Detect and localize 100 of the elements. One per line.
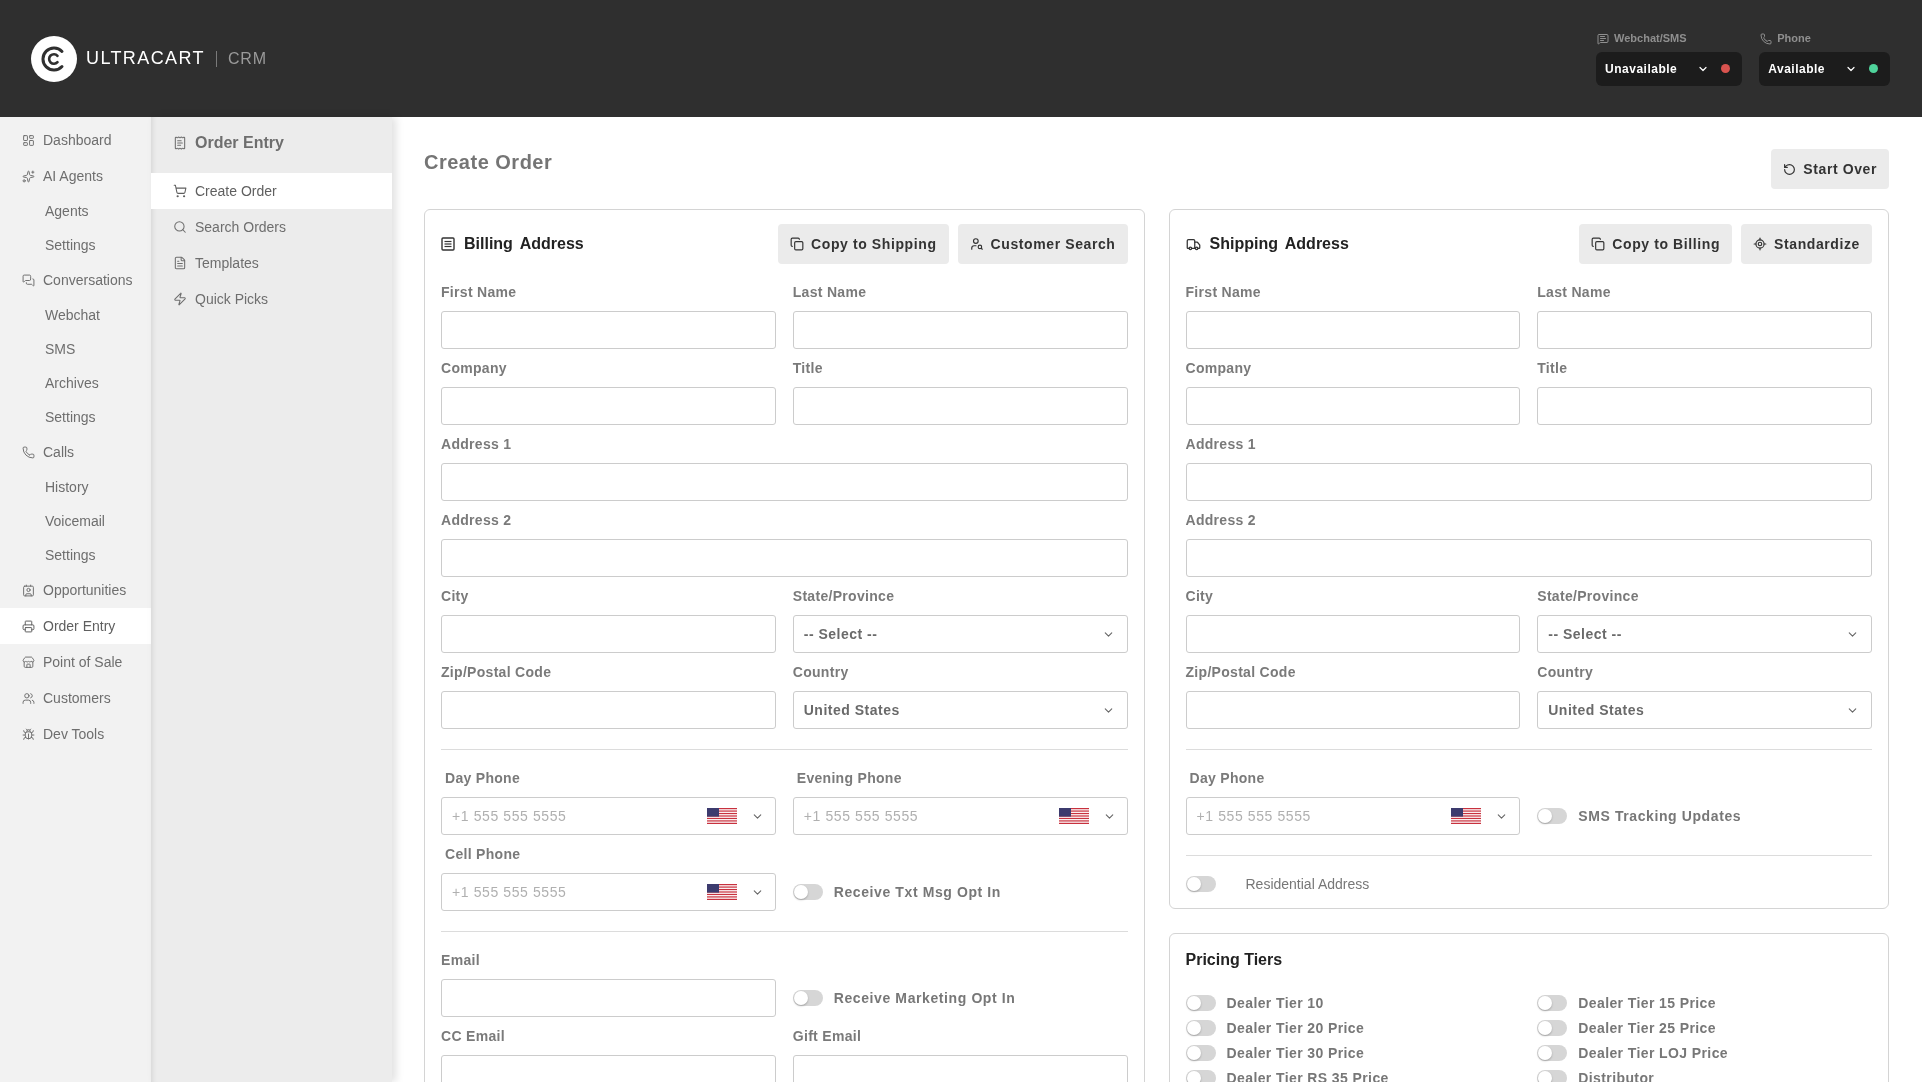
field-label: Last Name — [1537, 283, 1612, 302]
nav-item[interactable]: Dev Tools — [0, 716, 151, 752]
document-icon — [173, 256, 187, 270]
field-label: City — [441, 587, 470, 606]
text-field[interactable] — [1185, 615, 1521, 653]
nav-subitem[interactable]: Settings — [0, 538, 151, 572]
toggle-switch[interactable] — [1537, 1070, 1568, 1082]
text-field[interactable] — [441, 979, 776, 1017]
start-over-button[interactable]: Start Over — [1771, 149, 1889, 189]
toggle-switch[interactable] — [1185, 1045, 1216, 1061]
toggle-switch[interactable] — [1185, 876, 1216, 892]
nav-subitem[interactable]: Settings — [0, 228, 151, 262]
nav-item[interactable]: Conversations — [0, 262, 151, 298]
phone-field[interactable]: +1 555 555 5555 — [441, 873, 776, 911]
toggle-switch[interactable] — [1185, 995, 1216, 1011]
nav-subitem[interactable]: Webchat — [0, 298, 151, 332]
field-label: Company — [441, 359, 508, 378]
copy-icon — [1591, 237, 1606, 251]
nav-item[interactable]: Customers — [0, 680, 151, 716]
customer-search-button[interactable]: Customer Search — [957, 224, 1128, 264]
copy-button[interactable]: Copy to Billing — [1579, 224, 1733, 264]
text-field[interactable] — [441, 387, 776, 425]
nav-item[interactable]: Opportunities — [0, 572, 151, 608]
nav-item[interactable]: Order Entry — [0, 608, 151, 644]
reset-icon — [1783, 162, 1797, 176]
text-field[interactable] — [1185, 691, 1521, 729]
country-picker[interactable] — [706, 884, 764, 900]
logo-icon — [31, 35, 77, 82]
dropdown-field[interactable]: -- Select -- — [1537, 615, 1872, 653]
text-field[interactable] — [792, 387, 1128, 425]
field-label: Email — [441, 951, 481, 970]
copy-button[interactable]: Copy to Shipping — [778, 224, 949, 264]
toggle-label: Dealer Tier 30 Price — [1226, 1043, 1365, 1063]
phone-field[interactable]: +1 555 555 5555 — [1185, 797, 1521, 835]
nav-subitem[interactable]: History — [0, 470, 151, 504]
dropdown-field[interactable]: United States — [792, 691, 1128, 729]
panel-title: Order Entry — [195, 133, 284, 153]
subnav-item[interactable]: Quick Picks — [151, 281, 392, 317]
text-field[interactable] — [1537, 387, 1872, 425]
toggle-switch[interactable] — [1537, 995, 1568, 1011]
country-picker[interactable] — [706, 808, 764, 824]
subnav-item[interactable]: Create Order — [151, 173, 392, 209]
nav-subitem[interactable]: Voicemail — [0, 504, 151, 538]
phone-field[interactable]: +1 555 555 5555 — [441, 797, 776, 835]
nav-subitem[interactable]: Archives — [0, 366, 151, 400]
field-label: Zip/Postal Code — [441, 663, 553, 682]
text-field[interactable] — [792, 311, 1128, 349]
nav-item[interactable]: Calls — [0, 434, 151, 470]
field-label: Cell Phone — [444, 845, 522, 864]
country-picker[interactable] — [1058, 808, 1116, 824]
message-icon — [1597, 32, 1610, 45]
channel-label: Webchat/SMS — [1614, 31, 1687, 47]
toggle-label: Dealer Tier RS 35 Price — [1226, 1068, 1389, 1082]
field-label: Country — [792, 663, 850, 682]
field-label: First Name — [441, 283, 518, 302]
toggle-switch[interactable] — [1185, 1070, 1216, 1082]
toggle-switch[interactable] — [1185, 1020, 1216, 1036]
subnav-item[interactable]: Search Orders — [151, 209, 392, 245]
toggle-label: Residential Address — [1245, 874, 1370, 894]
text-field[interactable] — [1185, 387, 1521, 425]
contact-card-icon — [22, 583, 35, 597]
nav-subitem[interactable]: SMS — [0, 332, 151, 366]
toggle-switch[interactable] — [1537, 1020, 1568, 1036]
text-field[interactable] — [441, 1055, 776, 1082]
toggle-switch[interactable] — [1537, 808, 1568, 824]
toggle-label: Dealer Tier 20 Price — [1226, 1018, 1365, 1038]
status-dropdown[interactable]: Available — [1759, 51, 1890, 86]
text-field[interactable] — [1537, 311, 1872, 349]
field-label: Title — [792, 359, 824, 378]
nav-item[interactable]: Point of Sale — [0, 644, 151, 680]
dropdown-field[interactable]: -- Select -- — [792, 615, 1128, 653]
toggle-switch[interactable] — [792, 990, 823, 1006]
phone-field[interactable]: +1 555 555 5555 — [792, 797, 1128, 835]
field-label: City — [1185, 587, 1215, 606]
status-dropdown[interactable]: Unavailable — [1596, 51, 1743, 86]
standardize-button[interactable]: Standardize — [1741, 224, 1872, 264]
toggle-switch[interactable] — [1537, 1045, 1568, 1061]
text-field[interactable] — [792, 1055, 1128, 1082]
field-label: Title — [1537, 359, 1569, 378]
text-field[interactable] — [441, 539, 1128, 577]
text-field[interactable] — [441, 615, 776, 653]
list-icon — [441, 237, 455, 251]
text-field[interactable] — [1185, 311, 1521, 349]
toggle-label: Dealer Tier 25 Price — [1578, 1018, 1716, 1038]
nav-subitem[interactable]: Agents — [0, 194, 151, 228]
dropdown-field[interactable]: United States — [1537, 691, 1872, 729]
field-label: Company — [1185, 359, 1253, 378]
subnav-item[interactable]: Templates — [151, 245, 392, 281]
text-field[interactable] — [441, 463, 1128, 501]
field-label: Day Phone — [1188, 769, 1266, 788]
toggle-switch[interactable] — [792, 884, 823, 900]
nav-item[interactable]: AI Agents — [0, 158, 151, 194]
nav-item[interactable]: Dashboard — [0, 122, 151, 158]
field-label: Address 2 — [441, 511, 513, 530]
cart-icon — [173, 184, 187, 198]
text-field[interactable] — [1185, 463, 1872, 501]
text-field[interactable] — [441, 691, 776, 729]
text-field[interactable] — [441, 311, 776, 349]
text-field[interactable] — [1185, 539, 1872, 577]
nav-subitem[interactable]: Settings — [0, 400, 151, 434]
